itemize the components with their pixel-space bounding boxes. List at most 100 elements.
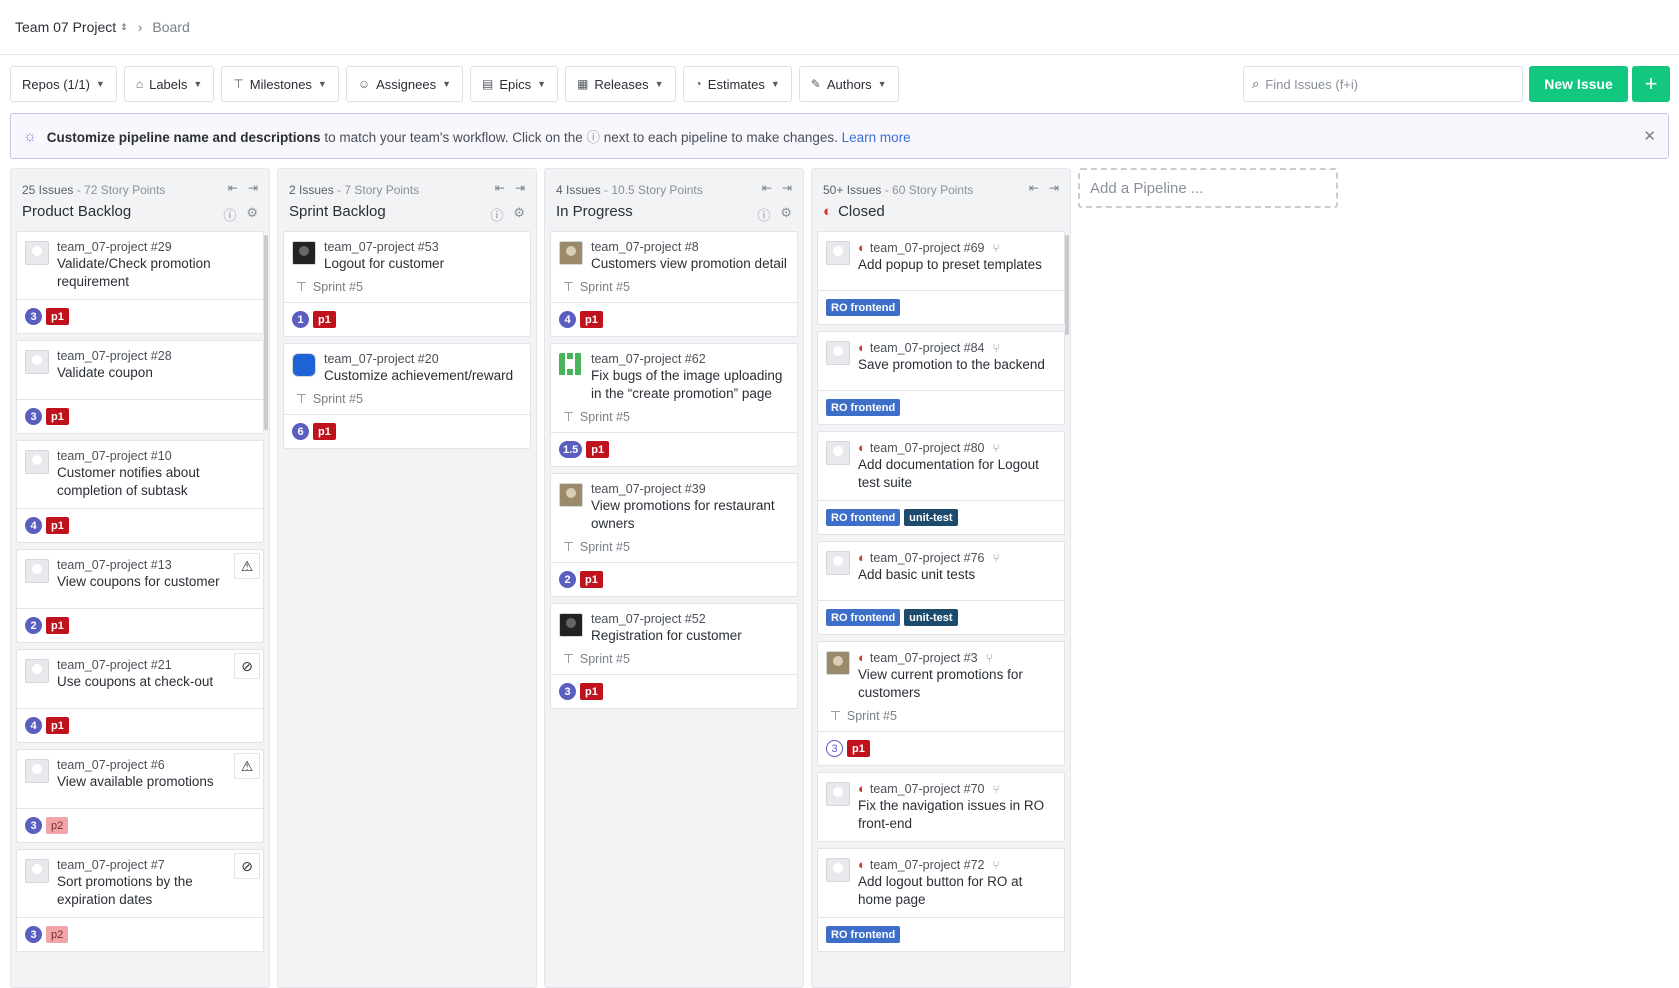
- expand-icon[interactable]: ⇥: [248, 181, 258, 195]
- expand-icon[interactable]: ⇥: [782, 181, 792, 195]
- issue-title[interactable]: Add logout button for RO at home page: [858, 873, 1056, 909]
- label-badge[interactable]: p1: [847, 740, 870, 757]
- label-badge[interactable]: p2: [46, 817, 69, 834]
- label-badge[interactable]: p1: [46, 717, 69, 734]
- collapse-icon[interactable]: ⇤: [495, 181, 505, 195]
- card-body: team_07-project #10 Customer notifies abo…: [17, 441, 263, 508]
- project-switcher[interactable]: Team 07 Project ⇕: [15, 19, 128, 35]
- blocked-icon[interactable]: ⊘: [234, 853, 260, 879]
- label-badge[interactable]: unit-test: [904, 609, 958, 626]
- info-icon[interactable]: ⓘ: [490, 205, 503, 224]
- issue-card[interactable]: team_07-project #62 Fix bugs of the image…: [550, 343, 798, 467]
- issue-title[interactable]: Use coupons at check-out: [57, 673, 255, 691]
- issue-title[interactable]: Customize achievement/reward: [324, 367, 522, 385]
- label-badge[interactable]: p1: [46, 617, 69, 634]
- issue-card[interactable]: ◐ team_07-project #80 ⑂ Add documentation f…: [817, 431, 1065, 535]
- issue-card[interactable]: team_07-project #20 Customize achievement…: [283, 343, 531, 449]
- issue-card[interactable]: ◐ team_07-project #70 ⑂ Fix the navigation …: [817, 772, 1065, 842]
- issue-card[interactable]: team_07-project #8 Customers view promoti…: [550, 231, 798, 337]
- label-badge[interactable]: RO frontend: [826, 509, 901, 526]
- filter-estimates[interactable]: ◔ Estimates ▼: [682, 66, 792, 102]
- issue-card[interactable]: team_07-project #29 Validate/Check promot…: [16, 231, 264, 334]
- expand-icon[interactable]: ⇥: [1049, 181, 1059, 195]
- issue-title[interactable]: Save promotion to the backend: [858, 356, 1056, 374]
- scrollbar[interactable]: [1065, 235, 1069, 335]
- issue-title[interactable]: Customers view promotion detail: [591, 255, 789, 273]
- info-icon[interactable]: ⓘ: [223, 205, 236, 224]
- issue-card[interactable]: ◐ team_07-project #72 ⑂ Add logout button f…: [817, 848, 1065, 952]
- issue-title[interactable]: Validate/Check promotion requirement: [57, 255, 255, 291]
- label-badge[interactable]: RO frontend: [826, 609, 901, 626]
- issue-card[interactable]: team_07-project #6 View available promoti…: [16, 749, 264, 843]
- filter-releases[interactable]: ▦ Releases ▼: [565, 66, 676, 102]
- breadcrumb-board[interactable]: Board: [152, 19, 189, 35]
- filter-milestones[interactable]: ⊤ Milestones ▼: [221, 66, 339, 102]
- collapse-icon[interactable]: ⇤: [762, 181, 772, 195]
- issue-title[interactable]: View coupons for customer: [57, 573, 255, 591]
- issue-card[interactable]: ◐ team_07-project #84 ⑂ Save promotion to t…: [817, 331, 1065, 425]
- issue-card[interactable]: team_07-project #7 Sort promotions by the…: [16, 849, 264, 952]
- label-badge[interactable]: p1: [313, 423, 336, 440]
- issue-title[interactable]: View promotions for restaurant owners: [591, 497, 789, 533]
- issue-title[interactable]: Fix bugs of the image uploading in the “…: [591, 367, 789, 403]
- label-badge[interactable]: unit-test: [904, 509, 958, 526]
- filter-labels[interactable]: ⌂ Labels ▼: [123, 66, 215, 102]
- label-badge[interactable]: p1: [313, 311, 336, 328]
- issue-title[interactable]: Add documentation for Logout test suite: [858, 456, 1056, 492]
- issue-card[interactable]: team_07-project #52 Registration for cust…: [550, 603, 798, 709]
- search-input[interactable]: [1265, 76, 1506, 92]
- issue-title[interactable]: Sort promotions by the expiration dates: [57, 873, 255, 909]
- gear-icon[interactable]: ⚙: [513, 205, 525, 224]
- scrollbar[interactable]: [264, 235, 268, 430]
- close-icon[interactable]: ✕: [1643, 127, 1656, 145]
- filter-authors[interactable]: ✎ Authors ▼: [798, 66, 899, 102]
- label-badge[interactable]: RO frontend: [826, 926, 901, 943]
- card-body: team_07-project #53 Logout for customer ⊤ S…: [284, 232, 530, 302]
- card-body: team_07-project #62 Fix bugs of the image…: [551, 344, 797, 432]
- learn-more-link[interactable]: Learn more: [842, 130, 911, 145]
- new-issue-button[interactable]: New Issue: [1529, 66, 1628, 102]
- info-icon[interactable]: ⓘ: [757, 205, 770, 224]
- label-badge[interactable]: p1: [46, 517, 69, 534]
- issue-card[interactable]: team_07-project #10 Customer notifies abo…: [16, 440, 264, 543]
- issue-card[interactable]: team_07-project #39 View promotions for r…: [550, 473, 798, 597]
- issue-title[interactable]: Logout for customer: [324, 255, 522, 273]
- warning-icon[interactable]: ⚠: [234, 553, 260, 579]
- add-pipeline-button[interactable]: Add a Pipeline ...: [1078, 168, 1338, 208]
- gear-icon[interactable]: ⚙: [246, 205, 258, 224]
- issue-card[interactable]: team_07-project #21 Use coupons at check-…: [16, 649, 264, 743]
- collapse-icon[interactable]: ⇤: [1029, 181, 1039, 195]
- issue-title[interactable]: View current promotions for customers: [858, 666, 1056, 702]
- issue-title[interactable]: Add popup to preset templates: [858, 256, 1056, 274]
- label-badge[interactable]: p1: [46, 408, 69, 425]
- label-badge[interactable]: p1: [580, 683, 603, 700]
- label-badge[interactable]: p1: [46, 308, 69, 325]
- label-badge[interactable]: RO frontend: [826, 399, 901, 416]
- issue-card[interactable]: ◐ team_07-project #3 ⑂ View current promoti…: [817, 641, 1065, 766]
- warning-icon[interactable]: ⚠: [234, 753, 260, 779]
- issue-card[interactable]: ◐ team_07-project #69 ⑂ Add popup to preset…: [817, 231, 1065, 325]
- issue-card[interactable]: ◐ team_07-project #76 ⑂ Add basic unit test…: [817, 541, 1065, 635]
- issue-card[interactable]: team_07-project #13 View coupons for cust…: [16, 549, 264, 643]
- issue-title[interactable]: Registration for customer: [591, 627, 789, 645]
- collapse-icon[interactable]: ⇤: [228, 181, 238, 195]
- label-badge[interactable]: p1: [580, 571, 603, 588]
- issue-title[interactable]: Fix the navigation issues in RO front-en…: [858, 797, 1056, 833]
- issue-title[interactable]: Customer notifies about completion of su…: [57, 464, 255, 500]
- filter-repos[interactable]: Repos (1/1) ▼: [10, 66, 117, 102]
- label-badge[interactable]: p2: [46, 926, 69, 943]
- label-badge[interactable]: RO frontend: [826, 299, 901, 316]
- issue-card[interactable]: team_07-project #53 Logout for customer ⊤ S…: [283, 231, 531, 337]
- blocked-icon[interactable]: ⊘: [234, 653, 260, 679]
- filter-epics[interactable]: ▤ Epics ▼: [470, 66, 559, 102]
- issue-title[interactable]: Add basic unit tests: [858, 566, 1056, 584]
- issue-title[interactable]: View available promotions: [57, 773, 255, 791]
- issue-title[interactable]: Validate coupon: [57, 364, 255, 382]
- add-button[interactable]: +: [1632, 66, 1670, 102]
- filter-assignees[interactable]: ☺ Assignees ▼: [345, 66, 464, 102]
- gear-icon[interactable]: ⚙: [780, 205, 792, 224]
- issue-card[interactable]: team_07-project #28 Validate coupon 3 p1: [16, 340, 264, 434]
- expand-icon[interactable]: ⇥: [515, 181, 525, 195]
- label-badge[interactable]: p1: [580, 311, 603, 328]
- label-badge[interactable]: p1: [586, 441, 610, 458]
